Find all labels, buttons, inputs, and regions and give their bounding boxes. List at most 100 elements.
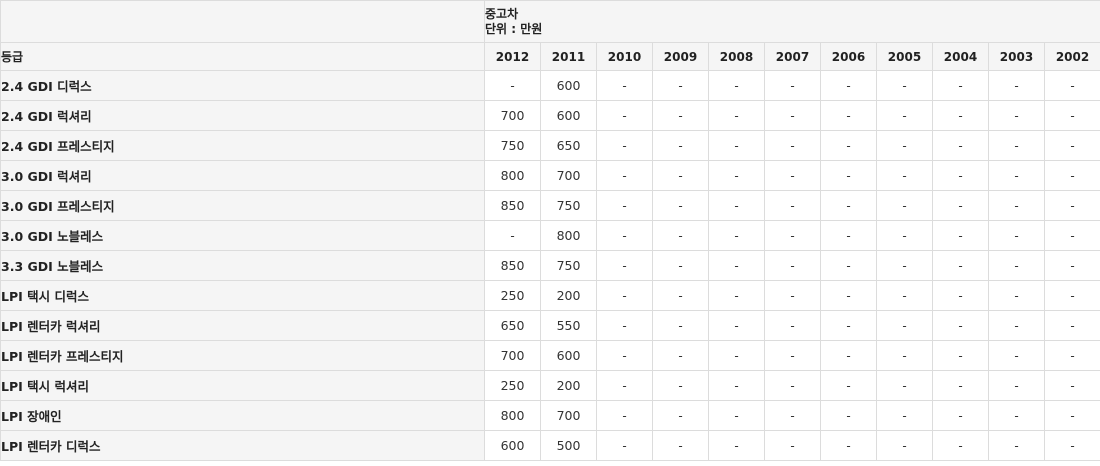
grade-cell: 3.0 GDI 노블레스 <box>0 220 485 251</box>
caption-title: 중고차 <box>485 6 519 21</box>
price-cell: - <box>596 400 653 431</box>
price-cell: - <box>876 250 933 281</box>
price-cell: - <box>596 280 653 311</box>
price-cell: - <box>932 130 989 161</box>
table-row: LPI 렌터카 디럭스 600 500- - - - - - - - - <box>0 430 1100 461</box>
grade-cell: LPI 택시 럭셔리 <box>0 370 485 401</box>
year-header: 2009 <box>652 42 709 71</box>
price-cell: - <box>988 130 1045 161</box>
table-row: LPI 렌터카 럭셔리 650 550- - - - - - - - - <box>0 310 1100 341</box>
price-cell: 250 <box>484 370 541 401</box>
price-cell: 600 <box>540 70 597 101</box>
price-cell: - <box>820 280 877 311</box>
price-cell: - <box>764 280 821 311</box>
price-cell: 750 <box>540 250 597 281</box>
price-cell: - <box>988 250 1045 281</box>
price-cell: 700 <box>540 400 597 431</box>
price-cell: - <box>932 190 989 221</box>
price-cell: - <box>1043 250 1100 281</box>
price-cell: - <box>988 370 1045 401</box>
price-cell: - <box>484 70 541 101</box>
price-cell: - <box>708 310 765 341</box>
price-cell: - <box>596 190 653 221</box>
price-cell: - <box>820 250 877 281</box>
price-cell: - <box>932 310 989 341</box>
price-cell: - <box>820 340 877 371</box>
table-row: 3.0 GDI 럭셔리 800 700- - - - - - - - - <box>0 160 1100 191</box>
table-row: LPI 렌터카 프레스티지 700 600- - - - - - - - - <box>0 340 1100 371</box>
grade-cell: 3.0 GDI 럭셔리 <box>0 160 485 191</box>
price-cell: - <box>764 100 821 131</box>
price-cell: - <box>764 370 821 401</box>
price-cell: - <box>1043 430 1100 461</box>
price-cell: - <box>876 130 933 161</box>
price-cell: 750 <box>484 130 541 161</box>
table-row: LPI 택시 럭셔리 250 200- - - - - - - - - <box>0 370 1100 401</box>
price-cell: 750 <box>540 190 597 221</box>
price-cell: - <box>988 160 1045 191</box>
grade-cell: LPI 택시 디럭스 <box>0 280 485 311</box>
price-cell: - <box>876 220 933 251</box>
price-cell: - <box>932 160 989 191</box>
price-cell: - <box>1043 130 1100 161</box>
price-cell: - <box>596 250 653 281</box>
price-cell: - <box>1043 190 1100 221</box>
price-cell: 550 <box>540 310 597 341</box>
price-cell: - <box>596 100 653 131</box>
price-cell: - <box>652 160 709 191</box>
price-cell: - <box>652 250 709 281</box>
price-cell: - <box>764 310 821 341</box>
price-cell: - <box>820 430 877 461</box>
price-cell: 600 <box>540 340 597 371</box>
price-cell: - <box>820 220 877 251</box>
caption-spacer <box>0 0 485 43</box>
year-header: 2002 <box>1043 42 1100 71</box>
price-cell: - <box>764 70 821 101</box>
year-header: 2005 <box>876 42 933 71</box>
price-cell: - <box>988 100 1045 131</box>
price-cell: 850 <box>484 250 541 281</box>
caption-unit: 단위 : 만원 <box>485 21 543 36</box>
year-header: 2010 <box>596 42 653 71</box>
price-cell: - <box>764 190 821 221</box>
year-header: 2003 <box>988 42 1045 71</box>
price-cell: - <box>764 430 821 461</box>
price-cell: - <box>988 310 1045 341</box>
price-cell: - <box>1043 70 1100 101</box>
price-cell: 850 <box>484 190 541 221</box>
year-header: 2004 <box>932 42 989 71</box>
price-cell: - <box>876 340 933 371</box>
price-cell: - <box>652 220 709 251</box>
table-body: 2.4 GDI 디럭스 -600- - - - - - - - -2.4 GDI 럭셔리 700 60… <box>0 70 1100 461</box>
used-car-price-table: 중고차 단위 : 만원 등급 2012 2011 2010 2009 2008 2007 2… <box>0 0 1100 461</box>
price-cell: - <box>988 220 1045 251</box>
price-cell: - <box>764 400 821 431</box>
grade-cell: 2.4 GDI 디럭스 <box>0 70 485 101</box>
price-cell: 700 <box>484 100 541 131</box>
price-cell: - <box>876 190 933 221</box>
year-header: 2011 <box>540 42 597 71</box>
price-cell: - <box>820 370 877 401</box>
year-header: 2007 <box>764 42 821 71</box>
price-cell: 500 <box>540 430 597 461</box>
price-cell: - <box>652 190 709 221</box>
price-cell: - <box>1043 400 1100 431</box>
price-cell: - <box>988 430 1045 461</box>
price-cell: - <box>652 100 709 131</box>
price-cell: - <box>1043 340 1100 371</box>
price-cell: - <box>988 340 1045 371</box>
price-cell: - <box>596 70 653 101</box>
year-header: 2006 <box>820 42 877 71</box>
price-cell: - <box>652 400 709 431</box>
price-cell: - <box>876 100 933 131</box>
price-cell: 800 <box>484 160 541 191</box>
price-cell: - <box>988 70 1045 101</box>
price-cell: - <box>876 310 933 341</box>
price-cell: 700 <box>484 340 541 371</box>
table-row: LPI 택시 디럭스 250 200- - - - - - - - - <box>0 280 1100 311</box>
price-cell: - <box>764 130 821 161</box>
price-cell: - <box>708 370 765 401</box>
price-cell: - <box>932 340 989 371</box>
grade-cell: 2.4 GDI 럭셔리 <box>0 100 485 131</box>
price-cell: 650 <box>484 310 541 341</box>
